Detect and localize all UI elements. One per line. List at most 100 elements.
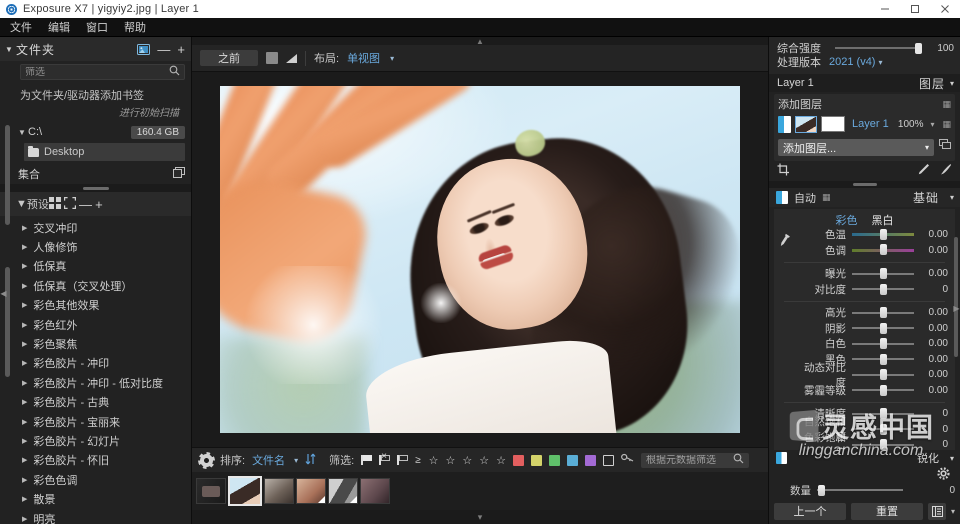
reset-button[interactable]: 重置: [851, 502, 923, 520]
folders-minus-button[interactable]: —: [157, 43, 170, 56]
thumbnail-2-selected[interactable]: [228, 476, 262, 506]
adjustment-value[interactable]: 0.00: [919, 354, 953, 365]
panel-splitter[interactable]: [0, 184, 191, 192]
drive-row[interactable]: ▼ C:\ 160.4 GB: [16, 123, 185, 141]
preset-item[interactable]: ▶ 彩色聚焦: [0, 334, 191, 353]
metadata-filter-box[interactable]: [641, 452, 750, 468]
drag-handle-icon[interactable]: ▦: [942, 99, 951, 110]
adjustment-slider[interactable]: [852, 244, 914, 256]
chevron-down-icon[interactable]: ▾: [478, 512, 483, 523]
color-label-green[interactable]: [549, 454, 561, 466]
adjustment-value[interactable]: 0.00: [919, 385, 953, 396]
mask-toggle-icon[interactable]: [778, 115, 791, 133]
chevron-down-icon[interactable]: ▾: [951, 507, 955, 516]
adjustment-slider[interactable]: [852, 307, 914, 319]
collections-row[interactable]: 集合: [16, 164, 185, 184]
chevron-down-icon[interactable]: ▾: [950, 193, 954, 202]
slider-knob[interactable]: [879, 228, 887, 240]
adjustment-slider[interactable]: [852, 353, 914, 365]
adjustment-value[interactable]: 0: [919, 284, 953, 295]
thumbnail-6[interactable]: [360, 478, 390, 504]
slider-knob[interactable]: [915, 43, 922, 54]
slider-knob[interactable]: [879, 408, 887, 420]
menu-help[interactable]: 帮助: [121, 18, 149, 36]
slider-knob[interactable]: [879, 338, 887, 350]
layer-row[interactable]: Layer 1 100% ▾ ▦: [778, 113, 951, 135]
star-4[interactable]: ☆: [479, 454, 489, 467]
adjustment-slider[interactable]: [852, 268, 914, 280]
preset-item[interactable]: ▶ 彩色胶片 - 宝丽来: [0, 412, 191, 431]
adjustment-slider[interactable]: [852, 439, 914, 450]
adjustment-value[interactable]: 0: [919, 424, 953, 435]
preset-item[interactable]: ▶ 低保真: [0, 257, 191, 276]
overall-strength-slider[interactable]: [835, 43, 922, 54]
slider-knob[interactable]: [879, 384, 887, 396]
flag-picked-icon[interactable]: [361, 455, 372, 465]
image-canvas[interactable]: [192, 72, 768, 447]
star-1[interactable]: ☆: [429, 454, 439, 467]
fullscreen-icon[interactable]: [63, 196, 76, 209]
copy-layer-icon[interactable]: [939, 138, 951, 153]
center-top-collapse[interactable]: ▲: [192, 37, 768, 46]
menu-window[interactable]: 窗口: [83, 18, 111, 36]
key-icon[interactable]: [621, 453, 634, 467]
folders-filter-box[interactable]: [20, 64, 185, 80]
grid-view-icon[interactable]: [48, 196, 61, 209]
square-view-icon[interactable]: [266, 52, 278, 64]
layer-name-label[interactable]: Layer 1: [852, 118, 889, 130]
split-view-icon[interactable]: [286, 53, 297, 63]
color-label-yellow[interactable]: [531, 454, 543, 466]
bw-mode-tab[interactable]: 黑白: [872, 212, 894, 228]
preset-item[interactable]: ▶ 彩色胶片 - 幻灯片: [0, 431, 191, 450]
adjustment-value[interactable]: 0.00: [919, 307, 953, 318]
adjustment-slider[interactable]: [852, 423, 914, 435]
slider-knob[interactable]: [879, 439, 887, 450]
no-color-swatch[interactable]: [603, 454, 615, 466]
slider-knob[interactable]: [879, 369, 887, 381]
add-layer-dropdown[interactable]: 添加图层... ▾: [778, 139, 934, 156]
chevron-down-icon[interactable]: ▾: [930, 120, 934, 129]
drag-handle-icon[interactable]: ▦: [822, 192, 831, 203]
folder-item-desktop[interactable]: Desktop: [24, 143, 185, 161]
brush-icon[interactable]: [939, 163, 952, 179]
preview-image[interactable]: [220, 86, 740, 433]
pencil-icon[interactable]: [917, 163, 930, 179]
left-panel-collapse-handle[interactable]: ◀: [0, 282, 7, 304]
auto-label[interactable]: 自动: [794, 190, 816, 206]
folders-scrollbar[interactable]: [5, 125, 10, 225]
gear-icon[interactable]: [937, 466, 950, 483]
layout-value[interactable]: 单视图: [347, 50, 380, 66]
menu-file[interactable]: 文件: [7, 18, 35, 36]
preset-item[interactable]: ▶ 人像修饰: [0, 237, 191, 256]
stack-icon[interactable]: [173, 167, 185, 181]
chevron-down-icon[interactable]: ▼: [18, 128, 28, 137]
folders-plus-button[interactable]: +: [177, 43, 185, 56]
presets-plus-button[interactable]: +: [95, 197, 103, 212]
adjustment-value[interactable]: 0: [919, 439, 953, 449]
slider-knob[interactable]: [879, 423, 887, 435]
splitter-grip[interactable]: [82, 186, 109, 190]
slider-knob[interactable]: [879, 283, 887, 295]
flag-rejected-icon[interactable]: [379, 451, 390, 465]
chevron-down-icon[interactable]: ▾: [925, 143, 929, 152]
metadata-filter-input[interactable]: [646, 454, 734, 466]
preset-item[interactable]: ▶ 彩色其他效果: [0, 296, 191, 315]
folders-filter-input[interactable]: [25, 66, 169, 78]
adjustment-value[interactable]: 0.00: [919, 338, 953, 349]
presets-minus-button[interactable]: —: [79, 197, 92, 212]
adjustment-value[interactable]: 0.00: [919, 229, 953, 240]
adjustment-value[interactable]: 0.00: [919, 369, 953, 380]
color-label-purple[interactable]: [585, 454, 597, 466]
adjustment-value[interactable]: 0.00: [919, 268, 953, 279]
image-bookmark-icon[interactable]: [137, 43, 151, 55]
chevron-down-icon[interactable]: ▾: [950, 454, 954, 463]
adjustment-slider[interactable]: [852, 322, 914, 334]
thumbnail-5[interactable]: [328, 478, 358, 504]
minimize-button[interactable]: [870, 0, 900, 18]
layer-thumbnail[interactable]: [795, 115, 817, 133]
preset-item[interactable]: ▶ 低保真（交叉处理）: [0, 276, 191, 295]
preset-item[interactable]: ▶ 彩色胶片 - 冲印 - 低对比度: [0, 373, 191, 392]
star-3[interactable]: ☆: [462, 454, 472, 467]
adjustment-slider[interactable]: [852, 338, 914, 350]
adjustment-slider[interactable]: [852, 228, 914, 240]
